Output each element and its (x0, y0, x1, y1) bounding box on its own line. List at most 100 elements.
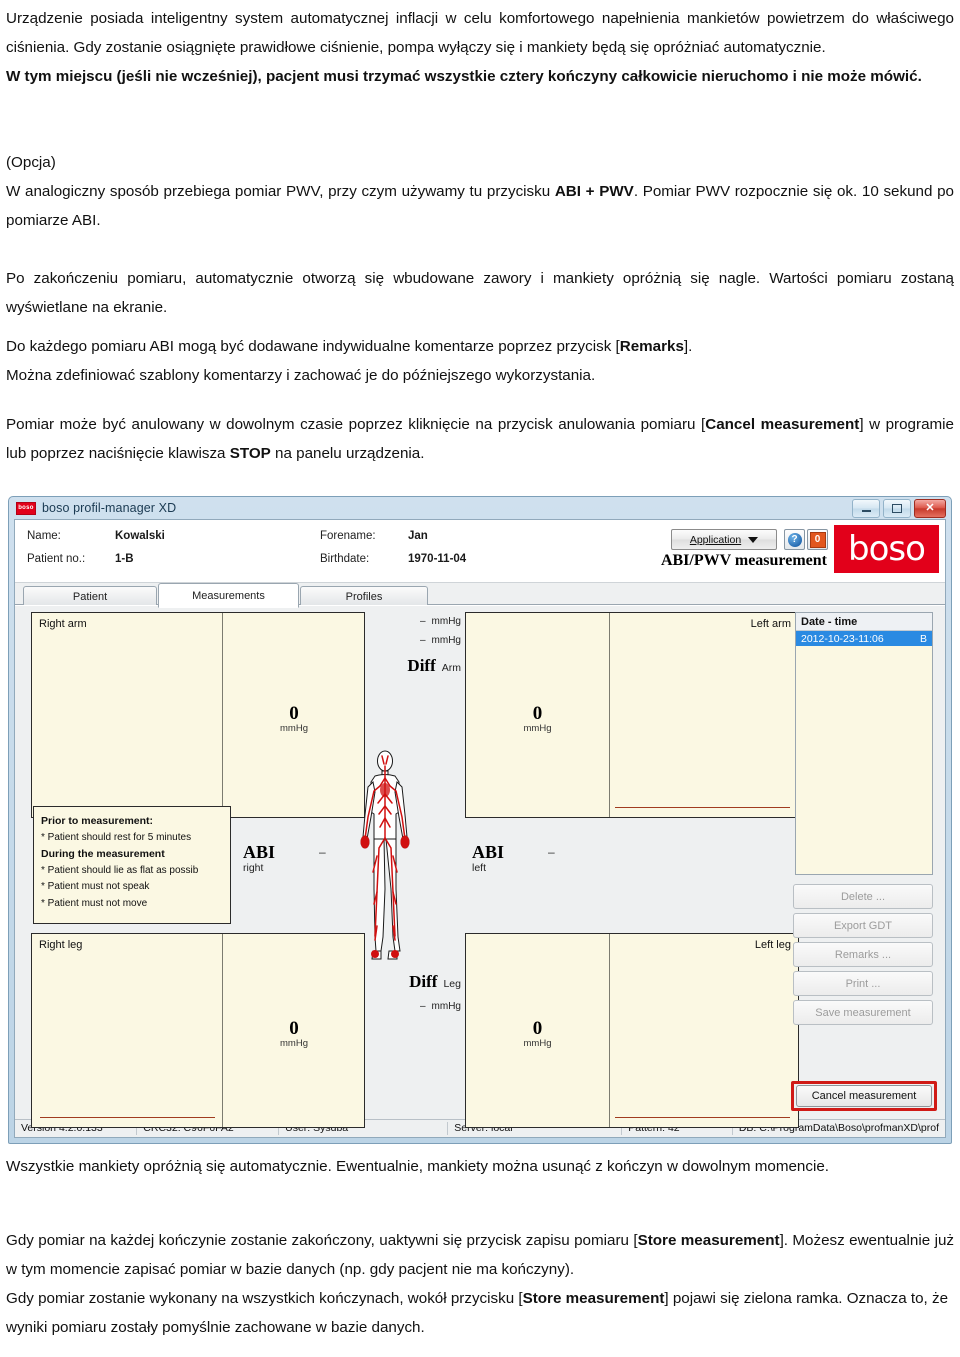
measurement-content: Right arm 0 mmHg – mmHg – mmHg Diff Arm … (15, 605, 945, 1128)
panel-divider (609, 613, 610, 817)
panel-left-arm[interactable]: Left arm 0 mmHg (465, 612, 799, 818)
diff-arm-title-row: Diff Arm (407, 656, 461, 675)
right-leg-value: 0 mmHg (280, 1018, 308, 1049)
power-button[interactable]: 0 (807, 529, 828, 550)
tab-profiles[interactable]: Profiles (300, 586, 428, 606)
paragraph-4: W analogiczny sposób przebiega pomiar PW… (6, 183, 954, 229)
left-leg-value: 0 mmHg (523, 1018, 552, 1049)
abi-right-title: ABI (243, 842, 276, 862)
page-root: Urządzenie posiada inteligentny system a… (0, 0, 960, 1357)
hint-flat: * Patient should lie as flat as possib (41, 864, 199, 876)
paragraph-10: Gdy pomiar zostanie wykonany na wszystki… (6, 1290, 949, 1336)
right-arm-label: Right arm (39, 618, 87, 630)
diff-leg-block: Diff Leg – mmHg (375, 972, 461, 1012)
prose-cancel: Pomiar może być anulowany w dowolnym cza… (6, 410, 954, 468)
prose-remarks: Do każdego pomiaru ABI mogą być dodawane… (6, 332, 954, 390)
prose-bottom-2: Gdy pomiar na każdej kończynie zostanie … (6, 1226, 954, 1342)
abi-right-sub: right (243, 862, 264, 874)
measurement-list[interactable]: Date - time 2012-10-23-11:06 B (795, 612, 933, 875)
mode-title: ABI/PWV measurement (660, 552, 827, 569)
panel-left-leg[interactable]: Left leg 0 mmHg (465, 933, 799, 1128)
maximize-button[interactable] (883, 499, 911, 518)
window-title: boso profil-manager XD (42, 501, 177, 515)
forename-label: Forename: (320, 530, 376, 542)
hint-title-during: During the measurement (41, 848, 165, 860)
hint-title-prior: Prior to measurement: (41, 815, 154, 827)
diff-arm-row-1: – mmHg (419, 616, 461, 627)
close-button[interactable]: ✕ (914, 499, 946, 518)
name-value: Kowalski (115, 530, 165, 542)
prose-after: Po zakończeniu pomiaru, automatycznie ot… (6, 264, 954, 322)
panel-underline (615, 806, 790, 808)
left-arm-value: 0 mmHg (523, 703, 552, 734)
hint-move: * Patient must not move (41, 897, 148, 909)
left-leg-label: Left leg (754, 939, 791, 951)
boso-logo-icon: boso (16, 501, 36, 515)
birthdate-label: Birthdate: (320, 553, 370, 565)
application-dropdown[interactable]: Application (671, 529, 777, 550)
chevron-down-icon (748, 536, 759, 543)
right-leg-label: Right leg (39, 939, 83, 951)
patient-no-label: Patient no.: (27, 553, 86, 565)
cancel-measurement-button[interactable]: Cancel measurement (796, 1085, 932, 1107)
tab-patient[interactable]: Patient (23, 586, 157, 606)
tab-bar: Patient Measurements Profiles (15, 583, 945, 608)
panel-divider (609, 934, 610, 1127)
print-button[interactable]: Print ... (793, 971, 933, 996)
patient-header: Name: Kowalski Patient no.: 1-B Forename… (15, 520, 945, 583)
diff-leg-title-row: Diff Leg (409, 972, 461, 991)
abi-right-block: ABI right – (243, 842, 326, 875)
abi-left-value: – (548, 845, 555, 859)
name-label: Name: (27, 530, 61, 542)
panel-underline (40, 1116, 215, 1118)
paragraph-6: Do każdego pomiaru ABI mogą być dodawane… (6, 338, 693, 384)
list-header: Date - time (796, 613, 932, 631)
window-controls: ✕ (852, 499, 946, 518)
list-item-flag: B (919, 632, 927, 645)
paragraph-7: Pomiar może być anulowany w dowolnym cza… (6, 416, 954, 462)
help-button[interactable]: ? (784, 529, 805, 550)
abi-right-value: – (319, 845, 326, 859)
paragraph-2: W tym miejscu (jeśli nie wcześniej), pac… (6, 68, 922, 85)
power-icon: 0 (809, 531, 826, 548)
export-gdt-button[interactable]: Export GDT (793, 913, 933, 938)
diff-arm-row-2: – mmHg (419, 635, 461, 646)
abi-left-sub: left (472, 862, 487, 874)
prose-option: (Opcja) W analogiczny sposób przebiega p… (6, 148, 954, 235)
paragraph-5: Po zakończeniu pomiaru, automatycznie ot… (6, 270, 954, 316)
cancel-measurement-highlight: Cancel measurement (791, 1081, 937, 1111)
panel-right-arm[interactable]: Right arm 0 mmHg (31, 612, 365, 818)
prose-bottom-1: Wszystkie mankiety opróżnią się automaty… (6, 1152, 954, 1181)
forename-value: Jan (408, 530, 428, 542)
boso-brand-logo: boso (834, 525, 939, 573)
patient-no-value: 1-B (115, 553, 134, 565)
measurement-hints-box: Prior to measurement: * Patient should r… (33, 806, 231, 924)
close-icon: ✕ (925, 502, 935, 514)
abi-left-title: ABI (472, 842, 505, 862)
application-dropdown-label: Application (689, 533, 742, 546)
prose-top: Urządzenie posiada inteligentny system a… (6, 4, 954, 91)
window-client-area: Name: Kowalski Patient no.: 1-B Forename… (14, 519, 946, 1138)
birthdate-value: 1970-11-04 (408, 553, 467, 565)
tab-measurements[interactable]: Measurements (158, 583, 299, 608)
panel-right-leg[interactable]: Right leg 0 mmHg (31, 933, 365, 1128)
abi-left-block: ABI left – (472, 842, 555, 875)
diff-leg-row-1: – mmHg (419, 1001, 461, 1012)
help-icon: ? (787, 532, 802, 547)
delete-button[interactable]: Delete ... (793, 884, 933, 909)
diff-arm-block: – mmHg – mmHg Diff Arm (379, 616, 461, 676)
minimize-button[interactable] (852, 499, 880, 518)
list-item-datetime: 2012-10-23-11:06 (801, 632, 884, 645)
hint-speak: * Patient must not speak (41, 881, 150, 892)
application-window: boso boso profil-manager XD ✕ Name: Kowa… (8, 496, 952, 1144)
paragraph-8: Wszystkie mankiety opróżnią się automaty… (6, 1158, 830, 1175)
window-titlebar: boso boso profil-manager XD ✕ (9, 497, 951, 519)
paragraph-1: Urządzenie posiada inteligentny system a… (6, 10, 954, 56)
left-arm-label: Left arm (750, 618, 791, 630)
save-measurement-button[interactable]: Save measurement (793, 1000, 933, 1025)
paragraph-9: Gdy pomiar na każdej kończynie zostanie … (6, 1232, 954, 1278)
hint-rest: * Patient should rest for 5 minutes (41, 831, 192, 843)
list-item[interactable]: 2012-10-23-11:06 B (796, 631, 932, 646)
remarks-button[interactable]: Remarks ... (793, 942, 933, 967)
panel-underline (615, 1116, 790, 1118)
